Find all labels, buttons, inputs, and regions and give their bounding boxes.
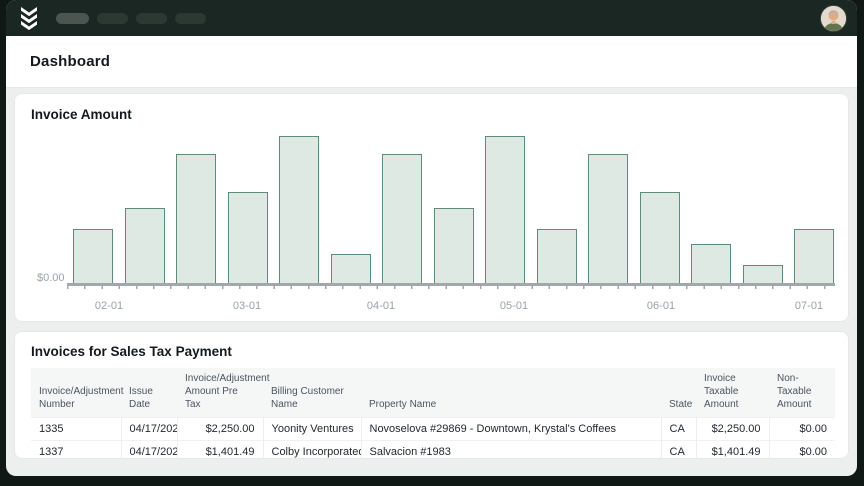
chart-bar-9	[485, 136, 525, 283]
x-axis-tick-label: 05-01	[490, 300, 538, 312]
x-axis-tick-label: 06-01	[637, 300, 685, 312]
invoices-table: Invoice/Adjustment NumberIssue DateInvoi…	[31, 368, 835, 459]
table-cell: 04/17/2024	[121, 418, 177, 441]
chart-bar-5	[279, 136, 319, 283]
table-cell: $0.00	[769, 441, 835, 460]
table-cell: Novoselova #29869 - Downtown, Krystal's …	[361, 418, 661, 441]
chart-bar-1	[73, 229, 113, 283]
page-title: Dashboard	[30, 53, 110, 70]
column-header-6: State	[661, 368, 696, 418]
column-header-2: Issue Date	[121, 368, 177, 418]
nav-placeholder-4[interactable]	[175, 13, 206, 24]
avatar-photo-icon	[821, 6, 846, 31]
chart-bar-8	[434, 208, 474, 283]
table-row-2[interactable]: 133704/17/2024$1,401.49Colby Incorporate…	[31, 441, 835, 460]
page-header: Dashboard	[6, 36, 857, 88]
chart-bar-11	[588, 154, 628, 283]
table-cell: 04/17/2024	[121, 441, 177, 460]
nav-placeholder-3[interactable]	[136, 13, 167, 24]
x-axis-tick-label: 02-01	[85, 300, 133, 312]
chart-bar-13	[691, 244, 731, 283]
chart-bar-3	[176, 154, 216, 283]
triple-chevron-icon	[19, 7, 39, 30]
table-header-row: Invoice/Adjustment NumberIssue DateInvoi…	[31, 368, 835, 418]
column-header-8: Non-Taxable Amount	[769, 368, 835, 418]
column-header-4: Billing Customer Name	[263, 368, 361, 418]
table-cell: $1,401.49	[177, 441, 263, 460]
chart-plot-area	[73, 126, 835, 283]
x-axis-tick-label: 03-01	[223, 300, 271, 312]
x-axis-tick-label: 04-01	[357, 300, 405, 312]
table-cell: CA	[661, 418, 696, 441]
table-cell: $0.00	[769, 418, 835, 441]
table-cell: $2,250.00	[177, 418, 263, 441]
chart-bar-10	[537, 229, 577, 283]
invoices-table-wrap: Invoice/Adjustment NumberIssue DateInvoi…	[31, 368, 832, 459]
column-header-3: Invoice/Adjustment Amount Pre Tax	[177, 368, 263, 418]
column-header-7: Invoice Taxable Amount	[696, 368, 769, 418]
column-header-1: Invoice/Adjustment Number	[31, 368, 121, 418]
y-axis-tick-label: $0.00	[37, 272, 65, 284]
top-navigation-bar	[6, 0, 857, 36]
table-cell: Yoonity Ventures	[263, 418, 361, 441]
app-window: Dashboard Invoice Amount $0.00 02-01 03-0…	[6, 0, 857, 476]
app-logo[interactable]	[18, 6, 40, 30]
chart-bar-14	[743, 265, 783, 283]
table-row-1[interactable]: 133504/17/2024$2,250.00Yoonity VenturesN…	[31, 418, 835, 441]
page-content: Invoice Amount $0.00 02-01 03-01 04-01 05-0…	[6, 88, 857, 476]
invoice-amount-card: Invoice Amount $0.00 02-01 03-01 04-01 05-0…	[14, 93, 849, 322]
chart-title: Invoice Amount	[31, 107, 832, 122]
column-header-5: Property Name	[361, 368, 661, 418]
table-cell: $2,250.00	[696, 418, 769, 441]
table-cell: 1337	[31, 441, 121, 460]
table-body: 133504/17/2024$2,250.00Yoonity VenturesN…	[31, 418, 835, 460]
x-axis-tick-label: 07-01	[785, 300, 833, 312]
chart-bar-2	[125, 208, 165, 283]
topbar-nav	[56, 13, 206, 24]
sales-tax-invoices-card: Invoices for Sales Tax Payment Invoice/A…	[14, 331, 849, 459]
table-cell: CA	[661, 441, 696, 460]
user-avatar[interactable]	[820, 5, 847, 32]
table-cell: 1335	[31, 418, 121, 441]
chart-bar-15	[794, 229, 834, 283]
x-axis-tick-marks	[67, 286, 835, 289]
chart-bar-12	[640, 192, 680, 283]
table-cell: Salvacion #1983	[361, 441, 661, 460]
chart-bar-7	[382, 154, 422, 283]
table-cell: $1,401.49	[696, 441, 769, 460]
chart-bar-6	[331, 254, 371, 283]
chart-bar-4	[228, 192, 268, 283]
invoice-amount-bar-chart: $0.00 02-01 03-01 04-01 05-01 06-01 07-01	[31, 126, 832, 322]
table-title: Invoices for Sales Tax Payment	[31, 344, 832, 359]
nav-placeholder-2[interactable]	[97, 13, 128, 24]
table-cell: Colby Incorporated	[263, 441, 361, 460]
nav-placeholder-1[interactable]	[56, 13, 89, 24]
